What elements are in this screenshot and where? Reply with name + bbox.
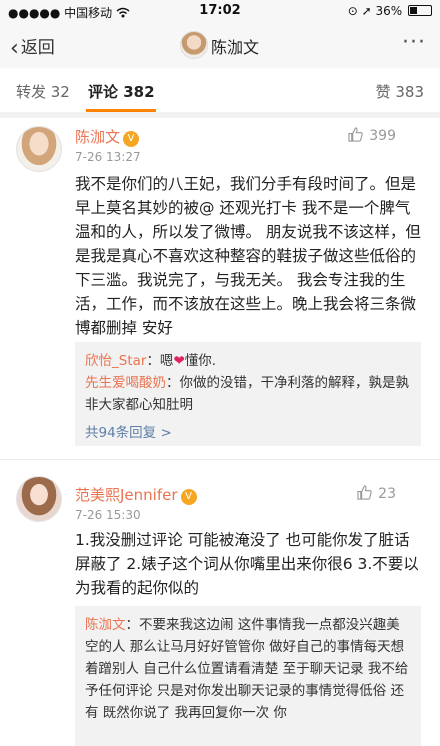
- nav-bar: ‹ 返回 陈泇文 ···: [0, 22, 440, 69]
- back-button[interactable]: ‹ 返回: [10, 33, 55, 61]
- author-name: 范美熙Jennifer: [75, 486, 178, 504]
- comment-text: 我不是你们的八王妃，我们分手有段时间了。但是早上莫名其妙的被@ 还观光打卡 我不…: [75, 175, 421, 337]
- back-label: 返回: [20, 38, 55, 58]
- author-name: 陈泇文: [75, 128, 121, 146]
- reply-box: 欣怡_Star：嗯❤懂你. 先生爱喝酸奶：你做的没错，干净利落的解释，孰是孰非大…: [75, 342, 421, 446]
- comment-author[interactable]: 陈泇文 V: [75, 126, 140, 147]
- like-count: 23: [378, 486, 396, 502]
- comment-time: 7-26 15:30: [75, 508, 141, 522]
- tab-comments[interactable]: 评论 382: [88, 81, 155, 102]
- tab-bar: 转发 32 评论 382 赞 383: [0, 68, 440, 113]
- status-bar: ●●●●● 中国移动 17:02 ⊙ ➚ 36%: [0, 0, 440, 22]
- like-count: 399: [369, 128, 396, 144]
- comment-author[interactable]: 范美熙Jennifer V: [75, 484, 197, 505]
- alarm-icon: ⊙: [347, 4, 358, 18]
- divider: [0, 459, 440, 460]
- like-button[interactable]: 23: [357, 485, 396, 502]
- comment-text: 1.我没删过评论 可能被淹没了 也可能你发了脏话屏蔽了 2.婊子这个词从你嘴里出…: [75, 531, 419, 597]
- battery-percent: 36%: [375, 4, 403, 18]
- reply-item: 陈泇文：不要来我这边闹 这件事情我一点都没兴趣美空的人 那么让马月好好管管你 做…: [85, 614, 411, 724]
- vip-badge-icon: V: [123, 131, 140, 147]
- avatar: [180, 31, 208, 59]
- tab-likes[interactable]: 赞 383: [376, 81, 424, 102]
- reply-author[interactable]: 先生爱喝酸奶: [85, 375, 166, 391]
- page-title: 陈泇文: [211, 38, 260, 57]
- reply-author[interactable]: 欣怡_Star: [85, 353, 146, 369]
- reply-text: ：不要来我这边闹 这件事情我一点都没兴趣美空的人 那么让马月好好管管你 做好自己…: [85, 617, 409, 721]
- divider: [0, 112, 440, 118]
- avatar[interactable]: [16, 476, 62, 522]
- reply-item: 欣怡_Star：嗯❤懂你.: [85, 350, 411, 372]
- reply-text: ：嗯: [146, 353, 174, 369]
- chevron-left-icon: ‹: [10, 36, 19, 61]
- thumbs-up-icon: [348, 127, 364, 142]
- heart-icon: ❤: [173, 353, 185, 369]
- battery-icon: [408, 5, 432, 16]
- location-arrow-icon: ➚: [361, 4, 372, 18]
- vip-badge-icon: V: [180, 489, 197, 505]
- reply-author[interactable]: 陈泇文: [85, 617, 126, 633]
- reply-text: 懂你.: [184, 353, 217, 369]
- like-button[interactable]: 399: [348, 127, 396, 144]
- thumbs-up-icon: [357, 485, 372, 500]
- comment-time: 7-26 13:27: [75, 150, 141, 164]
- battery-fill: [410, 7, 417, 14]
- tab-reposts[interactable]: 转发 32: [16, 81, 70, 102]
- avatar[interactable]: [16, 126, 62, 172]
- reply-item: 先生爱喝酸奶：你做的没错，干净利落的解释，孰是孰非大家都心知肚明: [85, 372, 411, 416]
- reply-box: 陈泇文：不要来我这边闹 这件事情我一点都没兴趣美空的人 那么让马月好好管管你 做…: [75, 606, 421, 746]
- more-replies-link[interactable]: 共94条回复 >: [85, 422, 411, 444]
- more-button[interactable]: ···: [402, 30, 426, 55]
